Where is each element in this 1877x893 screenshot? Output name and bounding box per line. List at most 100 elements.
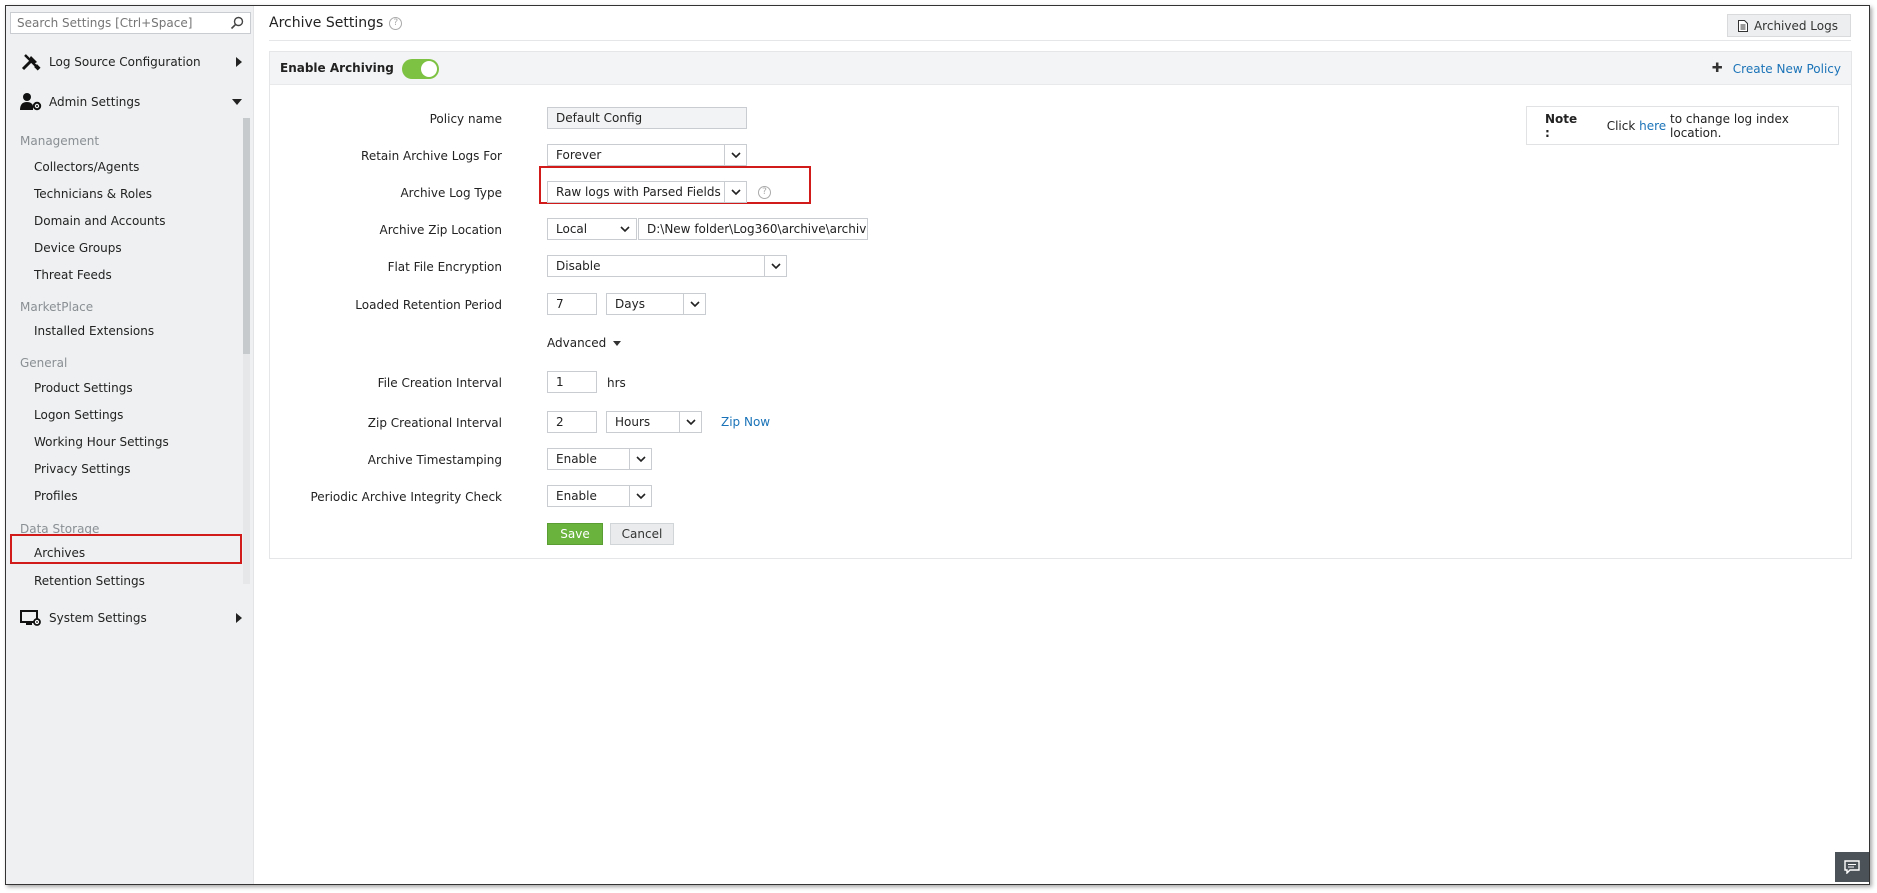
row-policy-name: Policy name Default Config <box>270 107 1670 131</box>
zip-location-label: Archive Zip Location <box>379 223 502 237</box>
sidebar-item-privacy-settings[interactable]: Privacy Settings <box>34 462 130 476</box>
row-flat-file-encryption: Flat File Encryption Disable <box>270 255 1670 279</box>
group-label-general: General <box>20 356 68 370</box>
search-input[interactable] <box>17 16 217 30</box>
row-retain-archive-logs: Retain Archive Logs For Forever <box>270 144 1670 168</box>
log-type-label: Archive Log Type <box>400 186 502 200</box>
chevron-right-icon <box>236 57 242 67</box>
zip-location-path-field[interactable]: D:\New folder\Log360\archive\archiveZipF… <box>638 218 868 240</box>
file-creation-input[interactable]: 1 <box>547 371 597 393</box>
nav-log-source-configuration[interactable]: Log Source Configuration <box>6 42 254 82</box>
chat-icon <box>1844 860 1860 874</box>
help-icon[interactable]: ? <box>758 186 771 199</box>
chevron-down-icon <box>629 486 651 506</box>
page-title: Archive Settings? <box>269 15 403 31</box>
row-archive-timestamping: Archive Timestamping Enable <box>270 448 1670 472</box>
sidebar-item-threat-feeds[interactable]: Threat Feeds <box>34 268 112 282</box>
nav-label: Admin Settings <box>49 95 141 109</box>
sidebar-item-product-settings[interactable]: Product Settings <box>34 381 133 395</box>
integrity-value: Enable <box>556 489 597 503</box>
help-icon[interactable]: ? <box>389 16 403 30</box>
panel-header: Enable Archiving ✚ Create New Policy <box>270 52 1851 85</box>
archived-logs-button[interactable]: Archived Logs <box>1726 14 1851 37</box>
log-type-value: Raw logs with Parsed Fields <box>556 185 721 199</box>
sidebar: Log Source Configuration Admin Settings … <box>6 6 254 884</box>
loaded-retention-label: Loaded Retention Period <box>355 298 502 312</box>
policy-name-field[interactable]: Default Config <box>547 107 747 129</box>
user-gear-icon <box>20 93 42 111</box>
search-icon[interactable] <box>230 16 244 30</box>
nav-label: System Settings <box>49 611 147 625</box>
row-file-creation-interval: File Creation Interval 1 hrs <box>270 371 1670 395</box>
log-type-select[interactable]: Raw logs with Parsed Fields <box>547 181 747 203</box>
cancel-button[interactable]: Cancel <box>610 523 674 545</box>
retain-label: Retain Archive Logs For <box>361 149 502 163</box>
nav-admin-settings[interactable]: Admin Settings <box>6 82 254 122</box>
loaded-retention-unit: Days <box>615 297 645 311</box>
archive-settings-panel: Enable Archiving ✚ Create New Policy Not… <box>269 51 1852 559</box>
row-archive-zip-location: Archive Zip Location Local D:\New folder… <box>270 218 1670 242</box>
chat-button[interactable] <box>1835 852 1869 882</box>
retain-select[interactable]: Forever <box>547 144 747 166</box>
main-content: Archive Settings? Archived Logs Enable A… <box>254 6 1869 884</box>
loaded-retention-input[interactable]: 7 <box>547 293 597 315</box>
monitor-gear-icon <box>20 610 41 626</box>
timestamping-value: Enable <box>556 452 597 466</box>
chevron-down-icon <box>629 449 651 469</box>
create-new-policy-link[interactable]: ✚ Create New Policy <box>1712 61 1841 76</box>
sidebar-item-logon-settings[interactable]: Logon Settings <box>34 408 123 422</box>
sidebar-item-profiles[interactable]: Profiles <box>34 489 78 503</box>
sidebar-item-device-groups[interactable]: Device Groups <box>34 241 122 255</box>
sidebar-scrollbar-thumb[interactable] <box>243 118 250 354</box>
sidebar-item-archives[interactable]: Archives <box>34 546 85 560</box>
save-button[interactable]: Save <box>547 523 603 545</box>
nav-system-settings[interactable]: System Settings <box>6 598 254 638</box>
zip-location-type-select[interactable]: Local <box>547 218 637 240</box>
chevron-down-icon <box>679 412 701 432</box>
enable-archiving-label: Enable Archiving <box>280 61 394 75</box>
zip-interval-unit-select[interactable]: Hours <box>606 411 702 433</box>
row-archive-log-type: Archive Log Type Raw logs with Parsed Fi… <box>270 181 1670 205</box>
group-label-management: Management <box>20 134 100 148</box>
zip-now-link[interactable]: Zip Now <box>721 415 770 429</box>
integrity-label: Periodic Archive Integrity Check <box>310 490 502 504</box>
document-icon <box>1737 19 1748 32</box>
chevron-down-icon <box>724 182 746 202</box>
row-loaded-retention-period: Loaded Retention Period 7 Days <box>270 293 1670 317</box>
toggle-knob <box>421 61 437 77</box>
nav-label: Log Source Configuration <box>49 55 201 69</box>
app-window: Log Source Configuration Admin Settings … <box>5 5 1870 885</box>
sidebar-item-installed-extensions[interactable]: Installed Extensions <box>34 324 154 338</box>
divider <box>269 40 1851 41</box>
zip-interval-input[interactable]: 2 <box>547 411 597 433</box>
sidebar-item-domain-accounts[interactable]: Domain and Accounts <box>34 214 165 228</box>
sidebar-item-working-hour-settings[interactable]: Working Hour Settings <box>34 435 169 449</box>
tools-icon <box>21 54 41 71</box>
page-title-text: Archive Settings <box>269 15 384 31</box>
create-new-policy-label: Create New Policy <box>1732 61 1841 76</box>
sidebar-item-retention-settings[interactable]: Retention Settings <box>34 574 145 588</box>
file-creation-label: File Creation Interval <box>377 376 502 390</box>
file-creation-unit: hrs <box>607 376 626 390</box>
group-label-marketplace: MarketPlace <box>20 300 94 314</box>
row-periodic-integrity-check: Periodic Archive Integrity Check Enable <box>270 485 1670 509</box>
policy-name-label: Policy name <box>429 112 502 126</box>
loaded-retention-unit-select[interactable]: Days <box>606 293 706 315</box>
search-box[interactable] <box>10 12 251 34</box>
advanced-label: Advanced <box>547 336 607 350</box>
encryption-value: Disable <box>556 259 601 273</box>
sidebar-item-collectors-agents[interactable]: Collectors/Agents <box>34 160 139 174</box>
timestamping-select[interactable]: Enable <box>547 448 652 470</box>
chevron-down-icon <box>683 294 705 314</box>
chevron-down-icon <box>232 99 242 105</box>
zip-interval-unit: Hours <box>615 415 651 429</box>
integrity-select[interactable]: Enable <box>547 485 652 507</box>
encryption-select[interactable]: Disable <box>547 255 787 277</box>
zip-interval-label: Zip Creational Interval <box>367 416 502 430</box>
timestamping-label: Archive Timestamping <box>367 453 502 467</box>
advanced-toggle[interactable]: Advanced <box>547 336 622 350</box>
enable-archiving-toggle[interactable] <box>402 59 439 79</box>
caret-down-icon <box>613 340 622 346</box>
sidebar-item-technicians-roles[interactable]: Technicians & Roles <box>34 187 152 201</box>
zip-location-type-value: Local <box>556 222 588 236</box>
